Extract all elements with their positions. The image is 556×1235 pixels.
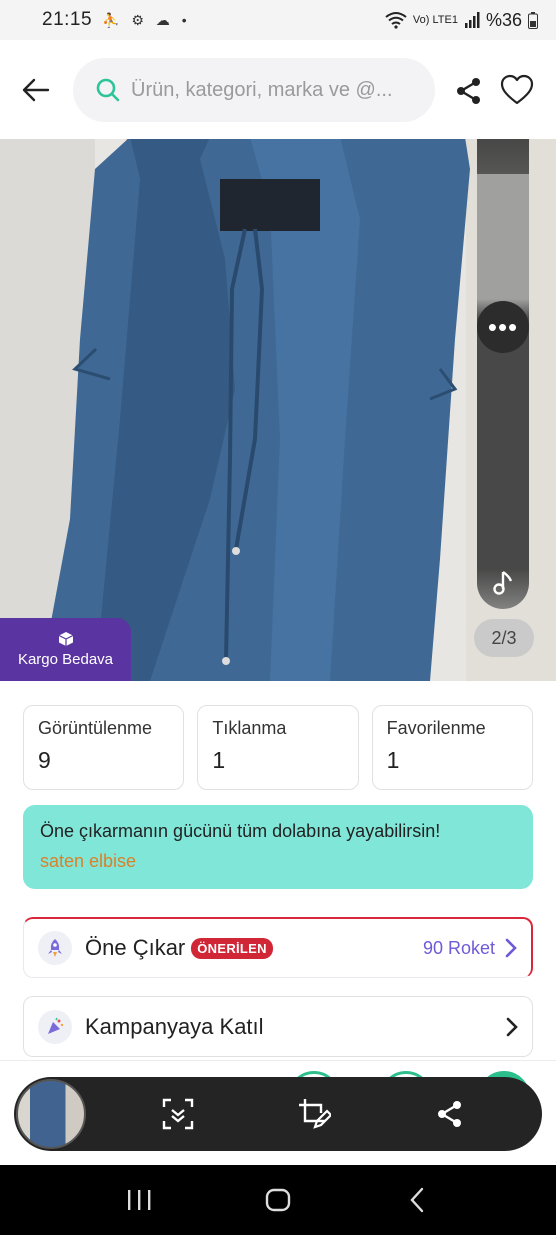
more-dots-icon: •••: [487, 311, 519, 342]
edit-screenshot-button[interactable]: [286, 1086, 342, 1142]
share-screenshot-button[interactable]: [422, 1086, 478, 1142]
stat-value: 1: [212, 747, 226, 773]
more-options-button[interactable]: •••: [477, 301, 529, 353]
feature-price: 90 Roket: [422, 937, 495, 958]
feature-title: Öne Çıkar: [85, 935, 186, 960]
system-navigation-bar: [0, 1165, 556, 1235]
search-bar[interactable]: [73, 58, 435, 122]
heart-icon: [500, 74, 534, 105]
rocket-icon: [38, 931, 72, 965]
network-label: Vo) LTE1: [412, 14, 458, 26]
back-nav-button[interactable]: [397, 1180, 437, 1220]
favorite-button[interactable]: [500, 74, 534, 106]
status-bar: 21:15 ⛹ ⚙ ☁ • Vo) LTE1 %36: [0, 0, 556, 40]
status-right: Vo) LTE1 %36: [385, 10, 538, 31]
home-icon: [265, 1188, 291, 1212]
signal-icon: [464, 12, 480, 28]
join-campaign-row[interactable]: Kampanyaya Katıl: [23, 996, 533, 1057]
search-icon: [96, 78, 120, 102]
stat-label: Tıklanma: [212, 718, 287, 738]
feature-listing-row[interactable]: Öne Çıkar ÖNERİLEN 90 Roket: [23, 917, 533, 978]
wifi-icon: [385, 12, 407, 29]
share-button[interactable]: [454, 76, 484, 106]
box-icon: [58, 632, 73, 646]
recommended-badge: ÖNERİLEN: [191, 937, 273, 959]
promo-banner[interactable]: Öne çıkarmanın gücünü tüm dolabına yayab…: [23, 805, 533, 889]
recent-apps-icon: [128, 1190, 151, 1210]
campaign-icon: [38, 1009, 72, 1044]
side-panel: [477, 139, 529, 609]
promo-link[interactable]: saten elbise: [40, 851, 516, 872]
chevron-right-icon: [505, 938, 517, 958]
stat-value: 1: [386, 747, 400, 773]
chevron-left-icon: [410, 1187, 423, 1213]
share-icon: [457, 78, 480, 104]
dress-illustration: [40, 139, 470, 681]
scroll-capture-icon: [162, 1098, 194, 1130]
stats-row: Görüntülenme 9 Tıklanma 1 Favorilenme 1: [23, 705, 533, 790]
stat-label: Favorilenme: [386, 718, 486, 738]
screenshot-toolbar: [14, 1077, 542, 1151]
stat-clicks: Tıklanma 1: [197, 705, 359, 790]
product-image[interactable]: ••• 2/3 Kargo Bedava: [0, 139, 556, 681]
status-time: 21:15: [42, 9, 93, 30]
music-button[interactable]: [477, 559, 529, 607]
music-note-icon: [493, 571, 513, 595]
campaign-chevron-group: [506, 1017, 518, 1037]
stat-label: Görüntülenme: [38, 718, 153, 738]
stat-value: 9: [38, 747, 51, 773]
free-shipping-label: Kargo Bedava: [17, 651, 114, 668]
home-button[interactable]: [258, 1180, 298, 1220]
recent-apps-button[interactable]: [119, 1180, 159, 1220]
notification-icons: ⛹ ⚙ ☁ •: [102, 11, 191, 28]
free-shipping-badge: Kargo Bedava: [0, 618, 131, 681]
arrow-left-icon: [22, 78, 50, 102]
image-page-indicator: 2/3: [474, 619, 534, 657]
share-icon: [438, 1101, 461, 1127]
promo-message: Öne çıkarmanın gücünü tüm dolabına yayab…: [40, 821, 441, 841]
feature-price-group: 90 Roket: [423, 938, 517, 959]
campaign-title: Kampanyaya Katıl: [85, 1013, 264, 1039]
toolbar-buttons: [86, 1086, 542, 1142]
top-header: [0, 40, 556, 139]
stat-views: Görüntülenme 9: [23, 705, 185, 790]
battery-percent: %36: [485, 9, 522, 30]
back-button[interactable]: [20, 74, 52, 106]
scroll-capture-button[interactable]: [150, 1086, 206, 1142]
search-input[interactable]: [131, 78, 421, 102]
crop-edit-icon: [299, 1099, 331, 1129]
stat-favorites: Favorilenme 1: [371, 705, 533, 790]
screenshot-thumbnail[interactable]: [16, 1079, 86, 1149]
battery-icon: [528, 11, 538, 29]
chevron-right-icon: [506, 1017, 518, 1036]
